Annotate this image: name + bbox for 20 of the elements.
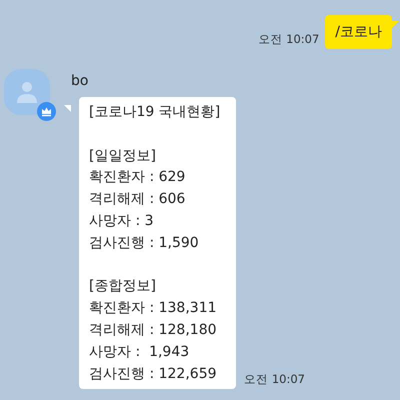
crown-icon [37, 102, 56, 121]
message-line: 사망자 : 3 [89, 212, 155, 231]
message-line: 확진환자 : 629 [89, 168, 186, 188]
message-line: 격리해제 : 128,180 [89, 320, 218, 340]
message-line: [코로나19 국내현황] [89, 103, 220, 122]
message-line: [일일정보] [89, 146, 157, 166]
person-icon [14, 79, 40, 105]
message-line: 사망자 : 1,943 [89, 342, 190, 362]
message-line: 확진환자 : 138,311 [89, 299, 218, 318]
message-line: 격리해제 : 606 [89, 190, 186, 210]
message-line: 검사진행 : 122,659 [89, 364, 218, 384]
bubble-tail [64, 105, 71, 112]
message-time: 오전 10:07 [244, 372, 305, 388]
profile-avatar[interactable] [4, 69, 50, 115]
message-line: 검사진행 : 1,590 [89, 234, 200, 253]
sender-name: bo [71, 72, 90, 91]
sent-message-bubble: /코로나 [325, 15, 392, 49]
message-time: 오전 10:07 [258, 32, 320, 48]
message-line: [종합정보] [89, 277, 157, 296]
bubble-tail [392, 21, 399, 28]
